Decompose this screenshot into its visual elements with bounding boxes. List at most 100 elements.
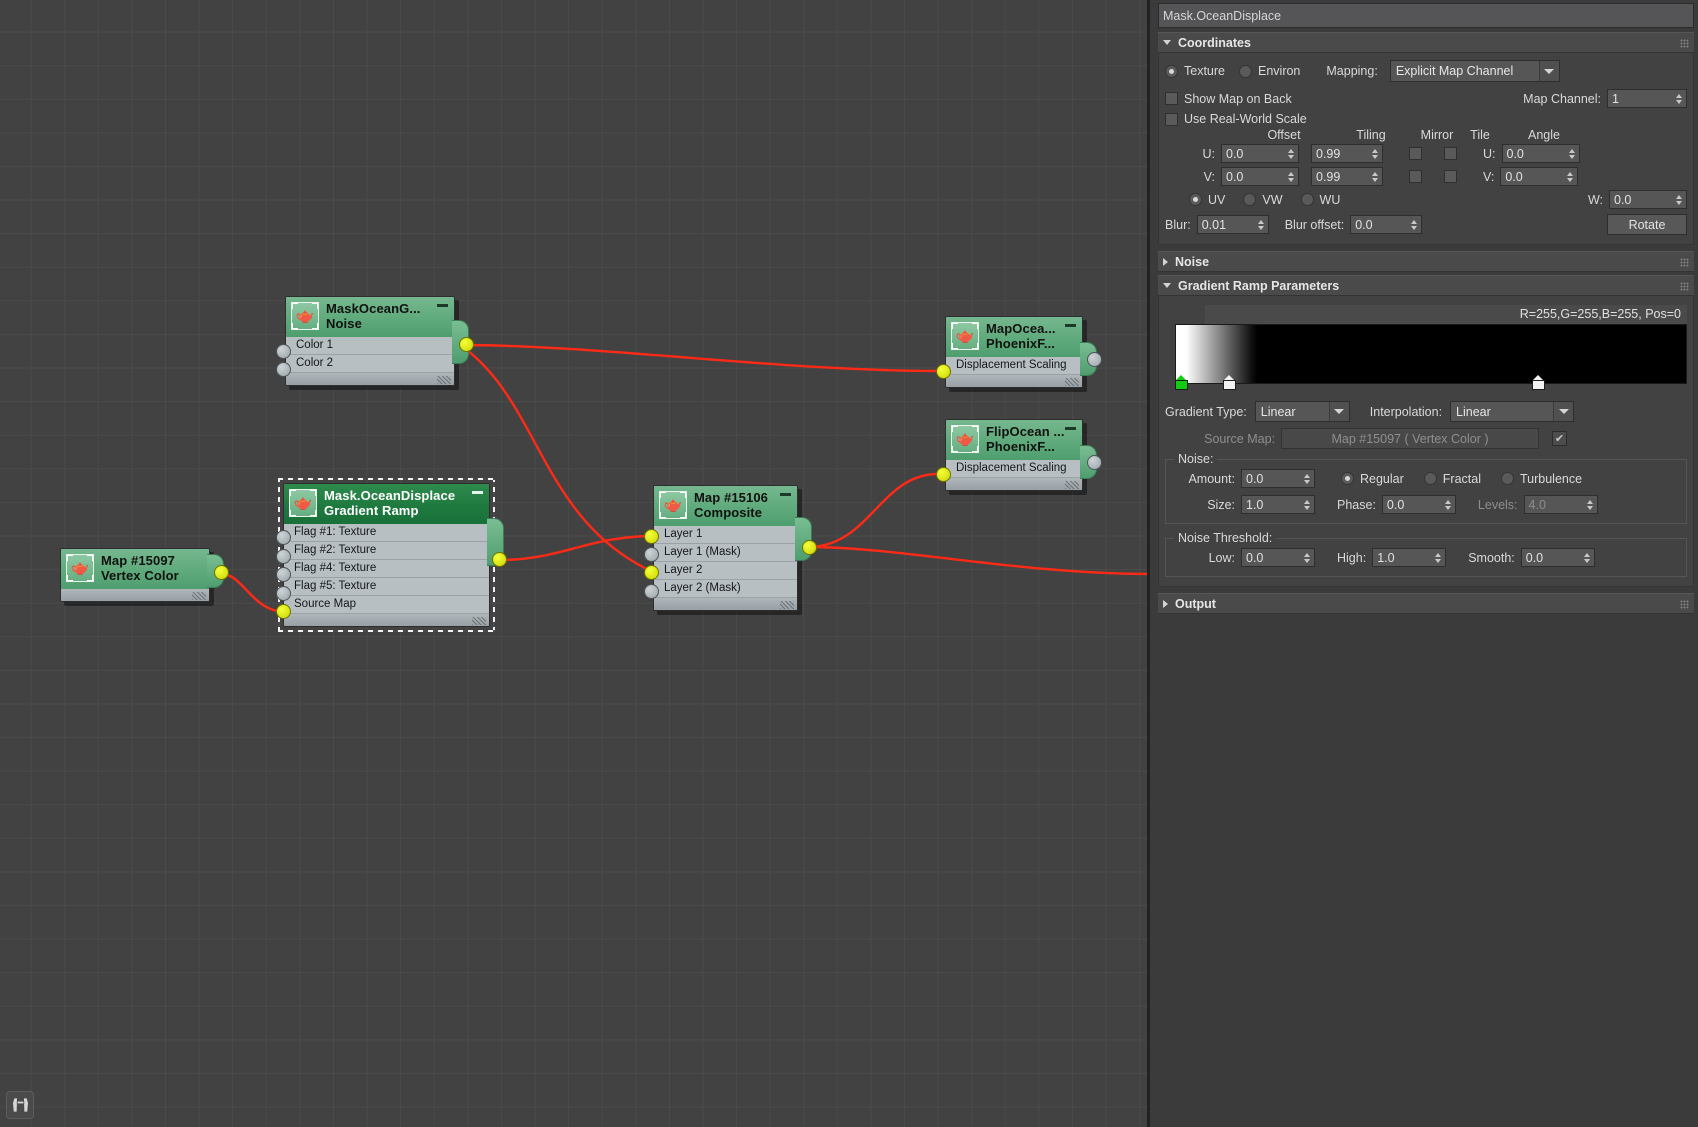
angle-w-spinner[interactable]: 0.0 — [1609, 190, 1687, 209]
input-socket-color2[interactable] — [276, 362, 291, 377]
node-collapse-icon[interactable] — [472, 491, 483, 494]
node-header[interactable]: 🫖 MaskOceanG... Noise — [286, 297, 454, 337]
node-input-row[interactable]: Flag #1: Texture — [284, 523, 489, 542]
radio-turbulence[interactable] — [1500, 472, 1514, 485]
node-flip-ocean[interactable]: 🫖 FlipOcean ... PhoenixF... Displacement… — [936, 419, 1102, 495]
gradient-flag-strip[interactable] — [1175, 375, 1687, 390]
radio-vw[interactable] — [1243, 193, 1257, 206]
input-socket-flag2[interactable] — [276, 549, 291, 564]
node-input-row[interactable]: Color 2 — [286, 354, 454, 373]
node-body[interactable]: 🫖 MaskOceanG... Noise Color 1 Color 2 — [285, 296, 455, 386]
spinner-arrows-icon[interactable] — [1433, 550, 1443, 565]
node-header[interactable]: 🫖 Map #15097 Vertex Color — [61, 549, 209, 589]
node-input-row[interactable]: Layer 2 — [654, 561, 797, 580]
node-header[interactable]: 🫖 Map #15106 Composite — [654, 486, 797, 526]
threshold-smooth-spinner[interactable]: 0.0 — [1520, 548, 1595, 567]
spinner-arrows-icon[interactable] — [1443, 497, 1453, 512]
node-body[interactable]: 🫖 Map #15097 Vertex Color — [60, 548, 210, 602]
interpolation-dropdown[interactable]: Linear — [1450, 401, 1575, 422]
output-socket[interactable] — [214, 565, 229, 580]
radio-regular[interactable] — [1341, 472, 1354, 485]
rollout-noise-header[interactable]: Noise — [1158, 251, 1694, 272]
source-map-enable-checkbox[interactable]: ✔ — [1552, 431, 1567, 446]
gradient-type-dropdown[interactable]: Linear — [1254, 401, 1350, 422]
chevron-down-icon[interactable] — [1328, 402, 1349, 421]
input-socket-color1[interactable] — [276, 344, 291, 359]
spinner-arrows-icon[interactable] — [1674, 91, 1684, 106]
spinner-arrows-icon[interactable] — [1582, 550, 1592, 565]
node-composite[interactable]: 🫖 Map #15106 Composite Layer 1 Layer 1 (… — [644, 485, 817, 615]
checkbox-tile-v[interactable] — [1444, 170, 1457, 183]
radio-fractal[interactable] — [1423, 472, 1437, 485]
input-socket-displacement-scaling[interactable] — [936, 364, 951, 379]
node-header[interactable]: 🫖 Mask.OceanDisplace Gradient Ramp — [284, 484, 489, 524]
rollout-coordinates-header[interactable]: Coordinates — [1158, 32, 1694, 53]
node-body[interactable]: 🫖 Mask.OceanDisplace Gradient Ramp Flag … — [283, 483, 490, 627]
radio-texture[interactable] — [1165, 64, 1178, 78]
node-map-ocean[interactable]: 🫖 MapOcea... PhoenixF... Displacement Sc… — [936, 316, 1102, 392]
noise-phase-spinner[interactable]: 0.0 — [1381, 495, 1456, 514]
node-input-row[interactable]: Displacement Scaling — [946, 459, 1082, 478]
threshold-low-spinner[interactable]: 0.0 — [1241, 548, 1315, 567]
node-collapse-icon[interactable] — [437, 304, 448, 307]
noise-levels-spinner[interactable]: 4.0 — [1523, 495, 1598, 514]
node-collapse-icon[interactable] — [1065, 324, 1076, 327]
node-input-row[interactable]: Layer 1 — [654, 525, 797, 544]
drag-grip-icon[interactable] — [1680, 282, 1689, 291]
node-input-row[interactable]: Displacement Scaling — [946, 356, 1082, 375]
input-socket-layer2-mask[interactable] — [644, 584, 659, 599]
node-input-row[interactable]: Layer 1 (Mask) — [654, 543, 797, 562]
binoculars-icon[interactable] — [6, 1091, 34, 1119]
chevron-down-icon[interactable] — [1553, 402, 1574, 421]
input-socket-flag1[interactable] — [276, 530, 291, 545]
node-header[interactable]: 🫖 FlipOcean ... PhoenixF... — [946, 420, 1082, 460]
node-noise[interactable]: 🫖 MaskOceanG... Noise Color 1 Color 2 — [276, 296, 474, 390]
blur-offset-spinner[interactable]: 0.0 — [1350, 215, 1423, 234]
spinner-arrows-icon[interactable] — [1302, 471, 1312, 486]
output-socket[interactable] — [459, 337, 474, 352]
node-body[interactable]: 🫖 MapOcea... PhoenixF... Displacement Sc… — [945, 316, 1083, 388]
node-input-row[interactable]: Source Map — [284, 595, 489, 614]
gradient-ramp-widget[interactable]: R=255,G=255,B=255, Pos=0 — [1165, 305, 1687, 390]
rotate-button[interactable]: Rotate — [1607, 214, 1687, 235]
checkbox-tile-u[interactable] — [1444, 147, 1457, 160]
input-socket-flag4[interactable] — [276, 567, 291, 582]
angle-u-spinner[interactable]: 0.0 — [1501, 144, 1580, 163]
drag-grip-icon[interactable] — [1680, 600, 1689, 609]
blur-spinner[interactable]: 0.01 — [1196, 215, 1269, 234]
node-input-row[interactable]: Flag #5: Texture — [284, 577, 489, 596]
spinner-arrows-icon[interactable] — [1286, 169, 1296, 184]
spinner-arrows-icon[interactable] — [1585, 497, 1595, 512]
input-socket-layer1-mask[interactable] — [644, 547, 659, 562]
node-input-row[interactable]: Flag #4: Texture — [284, 559, 489, 578]
spinner-arrows-icon[interactable] — [1409, 217, 1419, 232]
offset-u-spinner[interactable]: 0.0 — [1221, 144, 1299, 163]
drag-grip-icon[interactable] — [1680, 258, 1689, 267]
checkbox-show-map-on-back[interactable] — [1165, 92, 1178, 105]
input-socket-layer2[interactable] — [644, 565, 659, 580]
checkbox-use-real-world-scale[interactable] — [1165, 112, 1178, 126]
gradient-flag-2[interactable] — [1532, 375, 1545, 390]
node-gradient-ramp[interactable]: 🫖 Mask.OceanDisplace Gradient Ramp Flag … — [276, 478, 507, 632]
node-graph-canvas[interactable]: 🫖 Map #15097 Vertex Color 🫖 MaskOceanG..… — [0, 0, 1150, 1127]
tiling-u-spinner[interactable]: 0.99 — [1311, 144, 1383, 163]
spinner-arrows-icon[interactable] — [1302, 497, 1312, 512]
input-socket-flag5[interactable] — [276, 586, 291, 601]
checkbox-mirror-v[interactable] — [1409, 170, 1422, 183]
spinner-arrows-icon[interactable] — [1674, 192, 1684, 207]
output-socket[interactable] — [1087, 455, 1102, 470]
angle-v-spinner[interactable]: 0.0 — [1500, 167, 1579, 186]
radio-uv[interactable] — [1189, 193, 1202, 206]
rollout-output-header[interactable]: Output — [1158, 593, 1694, 614]
gradient-flag-0[interactable] — [1175, 375, 1188, 390]
checkbox-mirror-u[interactable] — [1409, 147, 1422, 160]
offset-v-spinner[interactable]: 0.0 — [1221, 167, 1299, 186]
tiling-v-spinner[interactable]: 0.99 — [1311, 167, 1383, 186]
spinner-arrows-icon[interactable] — [1256, 217, 1266, 232]
input-socket-source-map[interactable] — [276, 604, 291, 619]
spinner-arrows-icon[interactable] — [1286, 146, 1296, 161]
spinner-arrows-icon[interactable] — [1370, 169, 1380, 184]
node-body[interactable]: 🫖 FlipOcean ... PhoenixF... Displacement… — [945, 419, 1083, 491]
spinner-arrows-icon[interactable] — [1567, 146, 1577, 161]
spinner-arrows-icon[interactable] — [1565, 169, 1575, 184]
